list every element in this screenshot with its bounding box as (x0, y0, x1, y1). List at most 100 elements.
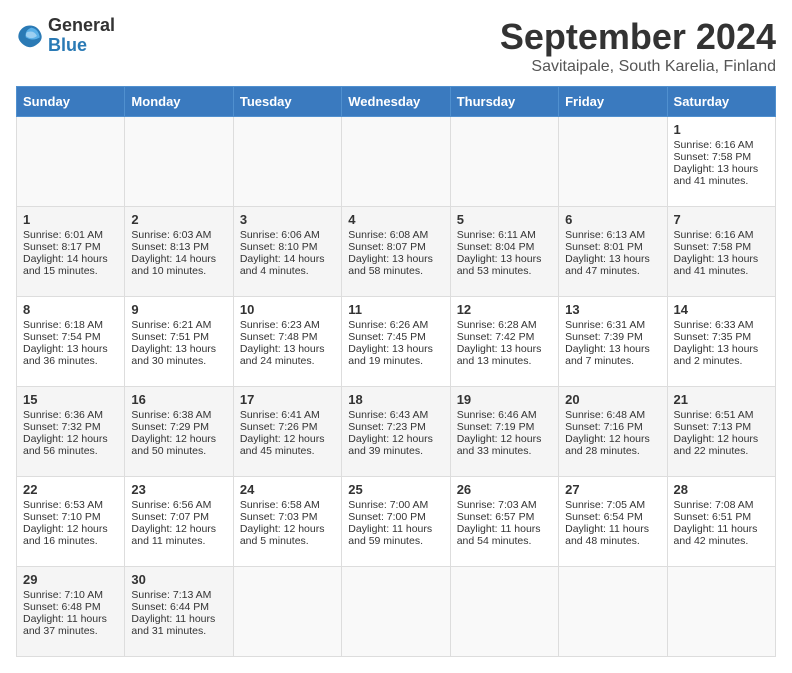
day-number: 3 (240, 212, 335, 227)
sunset-text: Sunset: 6:44 PM (131, 601, 209, 613)
day-number: 26 (457, 482, 552, 497)
calendar-day-header: Saturday (667, 87, 775, 117)
calendar-cell: 23 Sunrise: 6:56 AM Sunset: 7:07 PM Dayl… (125, 477, 233, 567)
calendar-cell (125, 117, 233, 207)
day-number: 27 (565, 482, 660, 497)
daylight-text: Daylight: 12 hours and 33 minutes. (457, 433, 542, 457)
sunset-text: Sunset: 7:19 PM (457, 421, 535, 433)
sunrise-text: Sunrise: 6:06 AM (240, 229, 320, 241)
day-number: 1 (674, 122, 769, 137)
sunrise-text: Sunrise: 6:01 AM (23, 229, 103, 241)
calendar-cell: 18 Sunrise: 6:43 AM Sunset: 7:23 PM Dayl… (342, 387, 450, 477)
sunset-text: Sunset: 6:54 PM (565, 511, 643, 523)
daylight-text: Daylight: 12 hours and 45 minutes. (240, 433, 325, 457)
sunset-text: Sunset: 7:16 PM (565, 421, 643, 433)
sunrise-text: Sunrise: 6:31 AM (565, 319, 645, 331)
sunset-text: Sunset: 7:35 PM (674, 331, 752, 343)
calendar-day-header: Sunday (17, 87, 125, 117)
sunrise-text: Sunrise: 6:38 AM (131, 409, 211, 421)
sunset-text: Sunset: 7:13 PM (674, 421, 752, 433)
day-number: 28 (674, 482, 769, 497)
sunrise-text: Sunrise: 7:03 AM (457, 499, 537, 511)
calendar-cell: 21 Sunrise: 6:51 AM Sunset: 7:13 PM Dayl… (667, 387, 775, 477)
day-number: 29 (23, 572, 118, 587)
calendar-day-header: Tuesday (233, 87, 341, 117)
day-number: 24 (240, 482, 335, 497)
sunrise-text: Sunrise: 7:05 AM (565, 499, 645, 511)
calendar-table: SundayMondayTuesdayWednesdayThursdayFrid… (16, 86, 776, 657)
daylight-text: Daylight: 11 hours and 31 minutes. (131, 613, 215, 637)
day-number: 8 (23, 302, 118, 317)
daylight-text: Daylight: 12 hours and 16 minutes. (23, 523, 108, 547)
day-number: 4 (348, 212, 443, 227)
calendar-cell: 28 Sunrise: 7:08 AM Sunset: 6:51 PM Dayl… (667, 477, 775, 567)
sunset-text: Sunset: 8:04 PM (457, 241, 535, 253)
sunrise-text: Sunrise: 6:11 AM (457, 229, 536, 241)
sunrise-text: Sunrise: 6:16 AM (674, 229, 754, 241)
daylight-text: Daylight: 13 hours and 30 minutes. (131, 343, 216, 367)
day-number: 1 (23, 212, 118, 227)
day-number: 7 (674, 212, 769, 227)
sunrise-text: Sunrise: 6:56 AM (131, 499, 211, 511)
sunset-text: Sunset: 7:29 PM (131, 421, 209, 433)
sunrise-text: Sunrise: 6:51 AM (674, 409, 754, 421)
calendar-cell: 8 Sunrise: 6:18 AM Sunset: 7:54 PM Dayli… (17, 297, 125, 387)
calendar-day-header: Monday (125, 87, 233, 117)
calendar-cell: 2 Sunrise: 6:03 AM Sunset: 8:13 PM Dayli… (125, 207, 233, 297)
calendar-cell: 7 Sunrise: 6:16 AM Sunset: 7:58 PM Dayli… (667, 207, 775, 297)
sunrise-text: Sunrise: 6:08 AM (348, 229, 428, 241)
sunrise-text: Sunrise: 6:23 AM (240, 319, 320, 331)
day-number: 19 (457, 392, 552, 407)
sunrise-text: Sunrise: 6:28 AM (457, 319, 537, 331)
day-number: 15 (23, 392, 118, 407)
sunrise-text: Sunrise: 6:43 AM (348, 409, 428, 421)
calendar-week-row: 15 Sunrise: 6:36 AM Sunset: 7:32 PM Dayl… (17, 387, 776, 477)
sunset-text: Sunset: 8:07 PM (348, 241, 426, 253)
calendar-cell: 1 Sunrise: 6:16 AM Sunset: 7:58 PM Dayli… (667, 117, 775, 207)
sunset-text: Sunset: 8:10 PM (240, 241, 318, 253)
sunset-text: Sunset: 7:58 PM (674, 241, 752, 253)
calendar-cell: 3 Sunrise: 6:06 AM Sunset: 8:10 PM Dayli… (233, 207, 341, 297)
sunrise-text: Sunrise: 7:08 AM (674, 499, 754, 511)
calendar-cell: 10 Sunrise: 6:23 AM Sunset: 7:48 PM Dayl… (233, 297, 341, 387)
sunrise-text: Sunrise: 6:46 AM (457, 409, 537, 421)
day-number: 25 (348, 482, 443, 497)
day-number: 30 (131, 572, 226, 587)
calendar-cell: 11 Sunrise: 6:26 AM Sunset: 7:45 PM Dayl… (342, 297, 450, 387)
logo-blue-text: Blue (48, 36, 115, 56)
daylight-text: Daylight: 13 hours and 41 minutes. (674, 253, 759, 277)
sunset-text: Sunset: 7:54 PM (23, 331, 101, 343)
calendar-cell: 25 Sunrise: 7:00 AM Sunset: 7:00 PM Dayl… (342, 477, 450, 567)
calendar-week-row: 8 Sunrise: 6:18 AM Sunset: 7:54 PM Dayli… (17, 297, 776, 387)
sunset-text: Sunset: 7:07 PM (131, 511, 209, 523)
day-number: 14 (674, 302, 769, 317)
sunset-text: Sunset: 6:51 PM (674, 511, 752, 523)
daylight-text: Daylight: 11 hours and 54 minutes. (457, 523, 541, 547)
day-number: 12 (457, 302, 552, 317)
sunset-text: Sunset: 7:45 PM (348, 331, 426, 343)
day-number: 11 (348, 302, 443, 317)
daylight-text: Daylight: 12 hours and 22 minutes. (674, 433, 759, 457)
sunset-text: Sunset: 7:26 PM (240, 421, 318, 433)
day-number: 6 (565, 212, 660, 227)
sunset-text: Sunset: 7:10 PM (23, 511, 101, 523)
calendar-cell: 13 Sunrise: 6:31 AM Sunset: 7:39 PM Dayl… (559, 297, 667, 387)
daylight-text: Daylight: 13 hours and 24 minutes. (240, 343, 325, 367)
sunrise-text: Sunrise: 6:03 AM (131, 229, 211, 241)
sunrise-text: Sunrise: 6:13 AM (565, 229, 645, 241)
logo: General Blue (16, 16, 115, 56)
calendar-day-header: Friday (559, 87, 667, 117)
sunset-text: Sunset: 7:48 PM (240, 331, 318, 343)
sunset-text: Sunset: 7:42 PM (457, 331, 535, 343)
sunset-text: Sunset: 7:32 PM (23, 421, 101, 433)
daylight-text: Daylight: 12 hours and 5 minutes. (240, 523, 325, 547)
sunrise-text: Sunrise: 7:10 AM (23, 589, 103, 601)
calendar-cell: 16 Sunrise: 6:38 AM Sunset: 7:29 PM Dayl… (125, 387, 233, 477)
calendar-cell (17, 117, 125, 207)
calendar-week-row: 22 Sunrise: 6:53 AM Sunset: 7:10 PM Dayl… (17, 477, 776, 567)
daylight-text: Daylight: 13 hours and 13 minutes. (457, 343, 542, 367)
daylight-text: Daylight: 13 hours and 36 minutes. (23, 343, 108, 367)
logo-general-text: General (48, 16, 115, 36)
logo-icon (16, 22, 44, 50)
sunrise-text: Sunrise: 6:36 AM (23, 409, 103, 421)
